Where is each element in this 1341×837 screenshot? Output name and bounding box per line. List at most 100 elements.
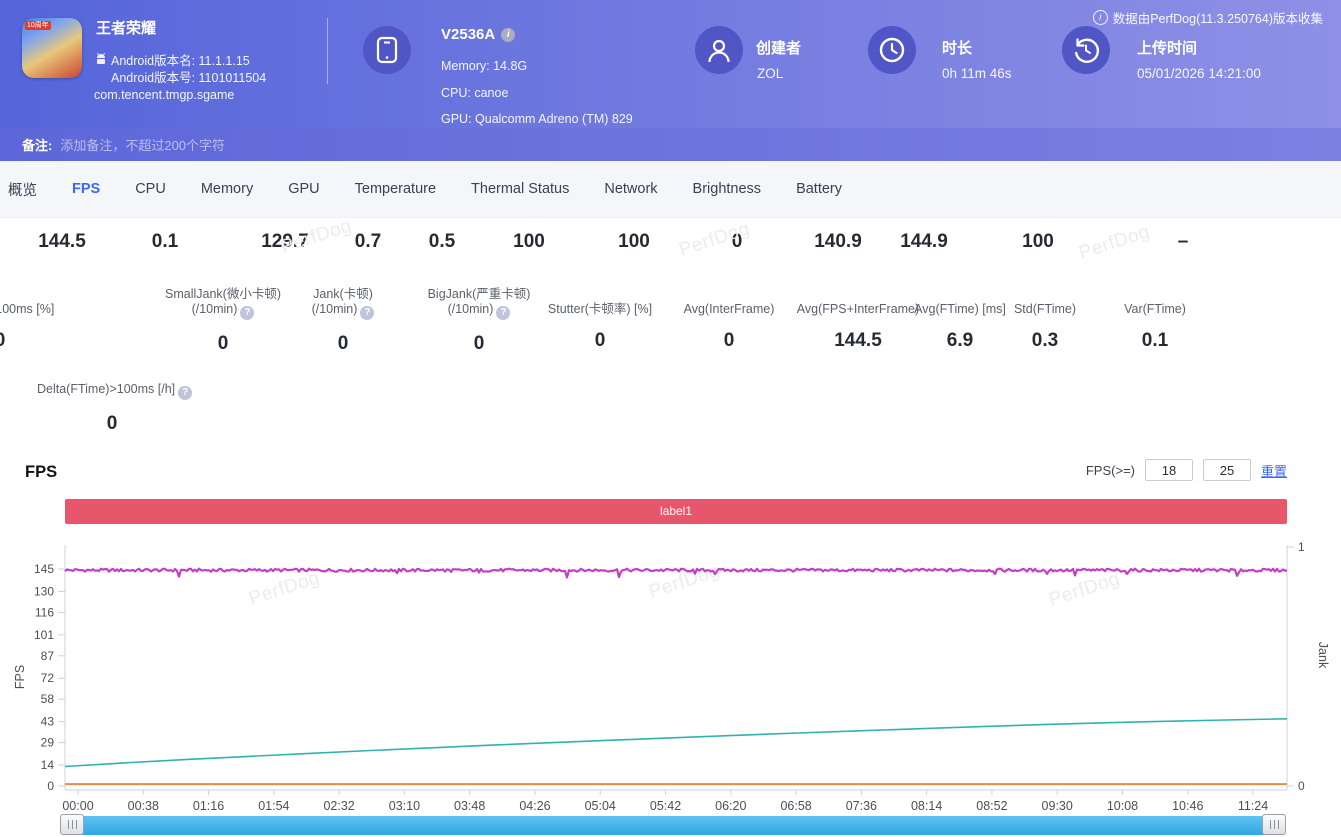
stat-ftime-100ms: FTime>=100ms [%] 0 xyxy=(0,287,100,352)
grip-icon xyxy=(68,820,77,829)
info-icon: i xyxy=(1093,10,1108,25)
svg-text:14: 14 xyxy=(41,758,55,772)
remark-placeholder[interactable]: 添加备注，不超过200个字符 xyxy=(60,135,225,154)
remark-bar[interactable]: 备注: 添加备注，不超过200个字符 xyxy=(0,128,1341,161)
svg-text:04:26: 04:26 xyxy=(519,799,550,813)
fps-max-input[interactable] xyxy=(1203,459,1251,481)
duration-value: 0h 11m 46s xyxy=(942,66,1012,81)
android-version-code: Android版本号: 1101011504 xyxy=(111,67,266,86)
phone-icon xyxy=(376,36,398,64)
stat-value: 144.5 xyxy=(38,231,86,253)
device-cpu: CPU: canoe xyxy=(441,86,508,100)
tab-thermal-status[interactable]: Thermal Status xyxy=(471,181,569,197)
history-clock-icon xyxy=(1072,36,1100,64)
chart-label-band[interactable]: label1 xyxy=(65,499,1287,524)
svg-text:58: 58 xyxy=(41,692,55,706)
svg-text:07:36: 07:36 xyxy=(846,799,877,813)
creator-label: 创建者 xyxy=(756,37,801,58)
app-name: 王者荣耀 xyxy=(96,17,156,38)
scrollbar-right-handle[interactable] xyxy=(1262,814,1286,835)
stat-value: 0.5 xyxy=(429,231,455,253)
stat-value: 0.7 xyxy=(355,231,381,253)
report-header: 10周年 王者荣耀 Android版本名: 11.1.1.15 Android版… xyxy=(0,0,1341,128)
grip-icon xyxy=(1270,820,1279,829)
duration-label: 时长 xyxy=(942,37,972,58)
svg-text:05:04: 05:04 xyxy=(585,799,616,813)
help-icon[interactable]: ? xyxy=(360,306,374,320)
remark-label: 备注: xyxy=(22,135,52,154)
svg-text:08:14: 08:14 xyxy=(911,799,942,813)
help-icon[interactable]: ? xyxy=(178,386,192,400)
stat-value: 0 xyxy=(732,231,743,253)
chart-section-title: FPS xyxy=(25,463,57,482)
reset-button[interactable]: 重置 xyxy=(1261,461,1287,480)
tab-fps[interactable]: FPS xyxy=(72,181,100,197)
stat-value: 100 xyxy=(618,231,650,253)
svg-text:0: 0 xyxy=(1298,779,1305,793)
clock-icon xyxy=(878,36,906,64)
upload-time-value: 05/01/2026 14:21:00 xyxy=(1137,66,1261,81)
tab-overview[interactable]: 概览 xyxy=(8,179,37,200)
android-icon xyxy=(95,52,107,65)
tab-network[interactable]: Network xyxy=(604,181,657,197)
stat-delta-ftime: Delta(FTime)>100ms [/h]? xyxy=(37,382,192,400)
svg-text:03:10: 03:10 xyxy=(389,799,420,813)
chart-range-scrollbar[interactable] xyxy=(63,816,1285,835)
upload-time-label: 上传时间 xyxy=(1137,37,1197,58)
svg-text:00:00: 00:00 xyxy=(62,799,93,813)
stat-value: 144.9 xyxy=(900,231,948,253)
fps-min-input[interactable] xyxy=(1145,459,1193,481)
package-name: com.tencent.tmgp.sgame xyxy=(94,88,234,102)
fps-filter-label: FPS(>=) xyxy=(1086,463,1135,478)
tab-battery[interactable]: Battery xyxy=(796,181,842,197)
duration-icon-circle xyxy=(868,26,916,74)
creator-icon-circle xyxy=(695,26,743,74)
stat-value: 0.1 xyxy=(152,231,178,253)
svg-text:FPS: FPS xyxy=(13,665,27,689)
svg-text:130: 130 xyxy=(34,584,54,598)
stat-value: 100 xyxy=(513,231,545,253)
svg-text:08:52: 08:52 xyxy=(976,799,1007,813)
device-info-icon[interactable]: i xyxy=(501,28,515,42)
tab-cpu[interactable]: CPU xyxy=(135,181,166,197)
stat-value: 0 xyxy=(0,330,100,352)
svg-text:10:46: 10:46 xyxy=(1172,799,1203,813)
svg-text:09:30: 09:30 xyxy=(1042,799,1073,813)
stat-value: 0 xyxy=(107,413,118,435)
metric-tabs: 概览 FPS CPU Memory GPU Temperature Therma… xyxy=(0,161,1341,218)
upload-icon-circle xyxy=(1062,26,1110,74)
svg-text:87: 87 xyxy=(41,649,55,663)
svg-text:43: 43 xyxy=(41,715,55,729)
perfdog-report-page: 10周年 王者荣耀 Android版本名: 11.1.1.15 Android版… xyxy=(0,0,1341,837)
fps-chart-svg[interactable]: 14513011610187725843291401000:0000:3801:… xyxy=(0,537,1341,837)
collect-version-info: i 数据由PerfDog(11.3.250764)版本收集 xyxy=(1093,8,1323,27)
svg-text:145: 145 xyxy=(34,562,54,576)
device-memory: Memory: 14.8G xyxy=(441,59,527,73)
svg-text:06:20: 06:20 xyxy=(715,799,746,813)
creator-value: ZOL xyxy=(757,66,783,81)
svg-text:0: 0 xyxy=(47,779,54,793)
scrollbar-left-handle[interactable] xyxy=(60,814,84,835)
stat-value: 129.7 xyxy=(261,231,309,253)
svg-text:02:32: 02:32 xyxy=(323,799,354,813)
fps-filter: FPS(>=) 重置 xyxy=(1086,459,1287,481)
tab-temperature[interactable]: Temperature xyxy=(355,181,436,197)
svg-text:01:54: 01:54 xyxy=(258,799,289,813)
svg-text:116: 116 xyxy=(35,605,54,619)
anniversary-badge: 10周年 xyxy=(25,21,51,30)
stat-value: 140.9 xyxy=(814,231,862,253)
svg-text:06:58: 06:58 xyxy=(780,799,811,813)
svg-text:29: 29 xyxy=(41,736,55,750)
person-icon xyxy=(706,37,732,63)
tab-memory[interactable]: Memory xyxy=(201,181,253,197)
tab-gpu[interactable]: GPU xyxy=(288,181,319,197)
svg-text:11:24: 11:24 xyxy=(1238,799,1268,813)
tab-brightness[interactable]: Brightness xyxy=(693,181,762,197)
svg-text:00:38: 00:38 xyxy=(128,799,159,813)
svg-text:1: 1 xyxy=(1298,540,1305,554)
device-gpu: GPU: Qualcomm Adreno (TM) 829 xyxy=(441,112,633,126)
device-model: V2536Ai xyxy=(441,26,515,43)
stat-value: – xyxy=(1178,231,1189,253)
svg-text:101: 101 xyxy=(34,628,54,642)
device-icon-circle xyxy=(363,26,411,74)
